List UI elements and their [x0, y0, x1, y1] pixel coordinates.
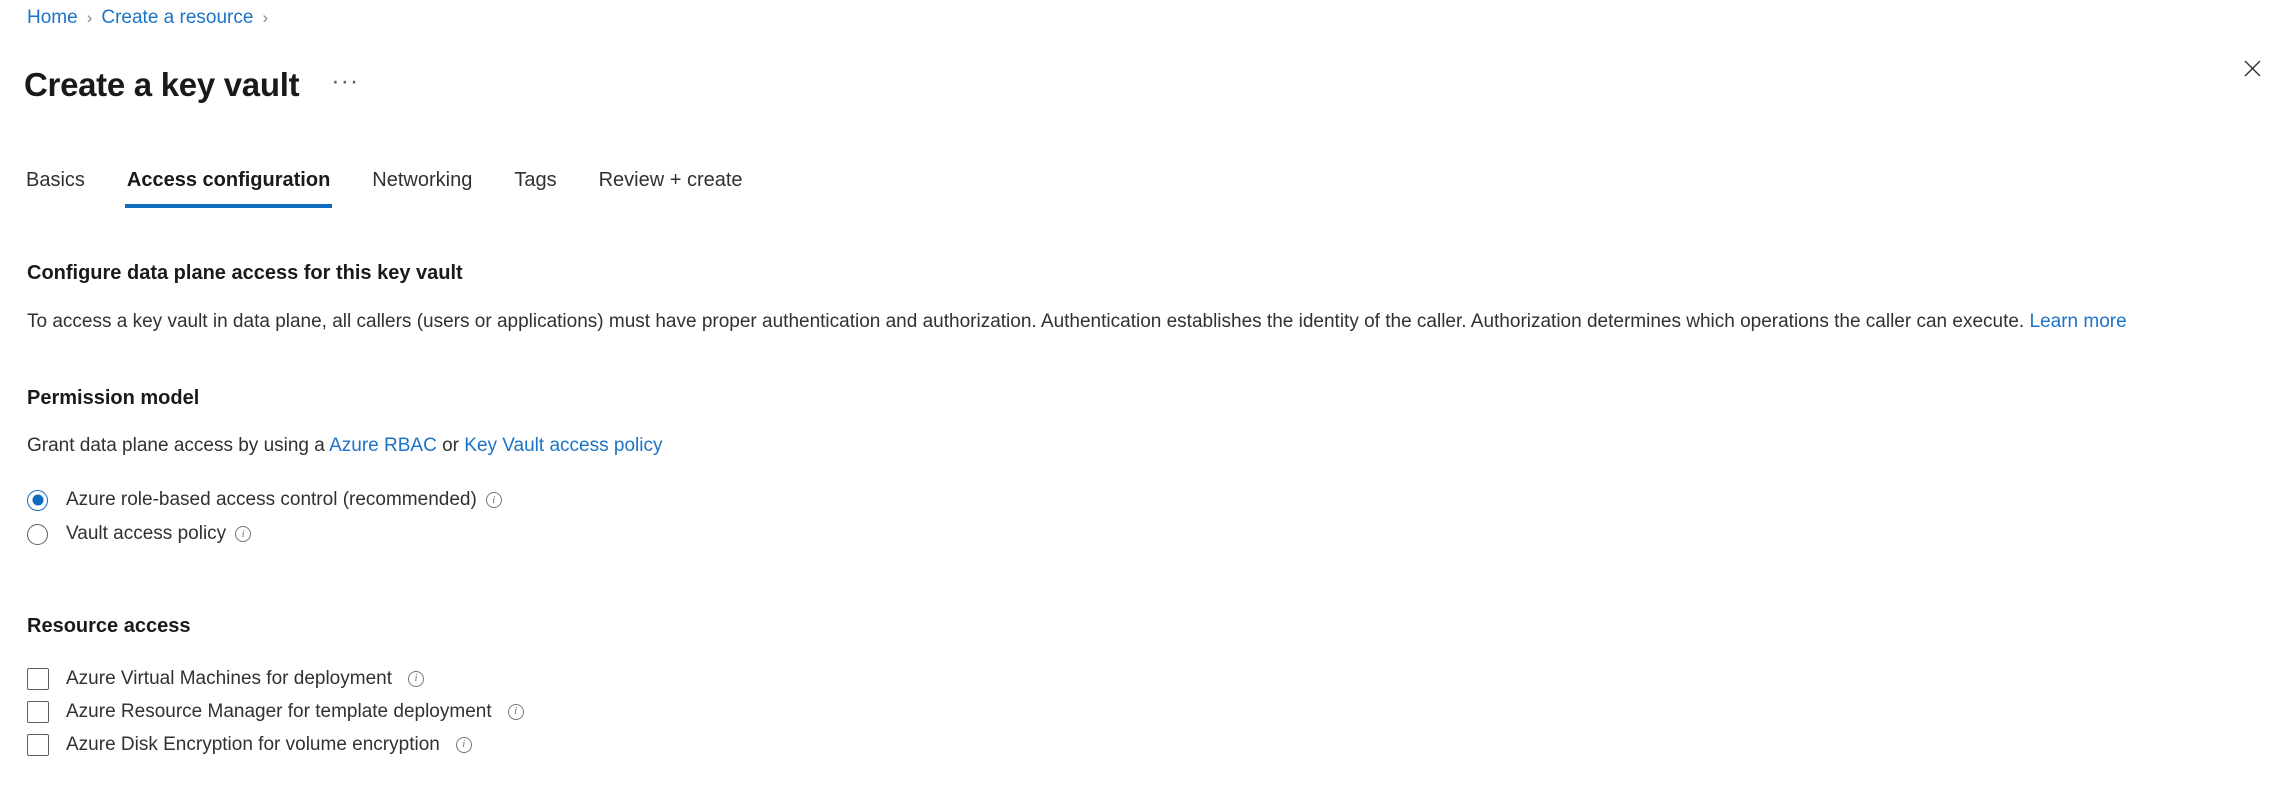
checkbox-option-label: Azure Virtual Machines for deployment	[66, 667, 392, 689]
checkbox-unchecked-icon[interactable]	[27, 733, 49, 756]
more-options-icon[interactable]: ···	[325, 68, 365, 102]
key-vault-access-policy-link[interactable]: Key Vault access policy	[464, 435, 662, 456]
permission-model-intro: Grant data plane access by using a Azure…	[27, 433, 2269, 459]
configure-description: To access a key vault in data plane, all…	[27, 309, 2269, 335]
checkbox-option-label: Azure Resource Manager for template depl…	[66, 700, 492, 722]
radio-option-label: Azure role-based access control (recomme…	[66, 489, 477, 510]
radio-option-vault-access-policy[interactable]: Vault access policy i	[27, 517, 252, 551]
tab-basics[interactable]: Basics	[24, 163, 87, 208]
tab-label: Access configuration	[126, 169, 331, 191]
radio-option-label: Vault access policy	[66, 523, 227, 544]
breadcrumb-item-create-a-resource[interactable]: Create a resource	[101, 5, 253, 31]
close-button[interactable]	[2232, 48, 2272, 88]
tab-tags[interactable]: Tags	[512, 163, 558, 208]
info-icon[interactable]: i	[507, 703, 524, 720]
resource-access-section: Resource access Azure Virtual Machines f…	[27, 613, 2269, 761]
page-title: Create a key vault	[24, 66, 300, 104]
tab-label: Basics	[26, 169, 85, 191]
page-header: Create a key vault ···	[24, 42, 365, 128]
permission-model-intro-prefix: Grant data plane access by using a	[27, 435, 325, 456]
permission-model-section: Permission model Grant data plane access…	[27, 385, 2269, 551]
breadcrumb-separator-icon: ›	[86, 8, 93, 27]
tab-label: Tags	[514, 169, 557, 191]
configure-data-plane-heading: Configure data plane access for this key…	[27, 262, 463, 284]
azure-rbac-link[interactable]: Azure RBAC	[329, 435, 437, 456]
info-icon[interactable]: i	[407, 670, 424, 687]
configure-description-text: To access a key vault in data plane, all…	[27, 311, 2025, 332]
info-icon[interactable]: i	[235, 526, 252, 542]
tab-label: Networking	[372, 169, 473, 191]
breadcrumb: Home › Create a resource ›	[27, 5, 277, 31]
tab-bar: Basics Access configuration Networking T…	[24, 163, 783, 208]
tab-networking[interactable]: Networking	[370, 163, 474, 208]
breadcrumb-separator-icon: ›	[262, 8, 269, 27]
resource-access-checkbox-group: Azure Virtual Machines for deployment i …	[27, 662, 2269, 761]
radio-option-azure-rbac[interactable]: Azure role-based access control (recomme…	[27, 483, 502, 517]
close-icon	[2244, 60, 2260, 76]
radio-button-unselected-icon[interactable]	[27, 523, 48, 545]
learn-more-link[interactable]: Learn more	[2030, 311, 2127, 332]
info-icon[interactable]: i	[455, 736, 472, 753]
main-content: Configure data plane access for this key…	[27, 260, 2269, 761]
tab-review-create[interactable]: Review + create	[597, 163, 745, 208]
checkbox-option-virtual-machines[interactable]: Azure Virtual Machines for deployment i	[27, 662, 424, 695]
tab-access-configuration[interactable]: Access configuration	[124, 163, 333, 208]
breadcrumb-item-home[interactable]: Home	[27, 5, 78, 31]
permission-model-radio-group: Azure role-based access control (recomme…	[27, 483, 2269, 551]
tab-label: Review + create	[598, 169, 743, 191]
permission-model-heading: Permission model	[27, 387, 200, 409]
checkbox-option-label: Azure Disk Encryption for volume encrypt…	[66, 733, 440, 755]
radio-button-selected-icon[interactable]	[27, 489, 48, 511]
permission-model-conjunction: or	[442, 435, 459, 456]
info-icon[interactable]: i	[485, 492, 502, 508]
checkbox-option-disk-encryption[interactable]: Azure Disk Encryption for volume encrypt…	[27, 728, 472, 761]
checkbox-unchecked-icon[interactable]	[27, 667, 49, 690]
checkbox-option-resource-manager[interactable]: Azure Resource Manager for template depl…	[27, 695, 524, 728]
resource-access-heading: Resource access	[27, 615, 191, 637]
checkbox-unchecked-icon[interactable]	[27, 700, 49, 723]
